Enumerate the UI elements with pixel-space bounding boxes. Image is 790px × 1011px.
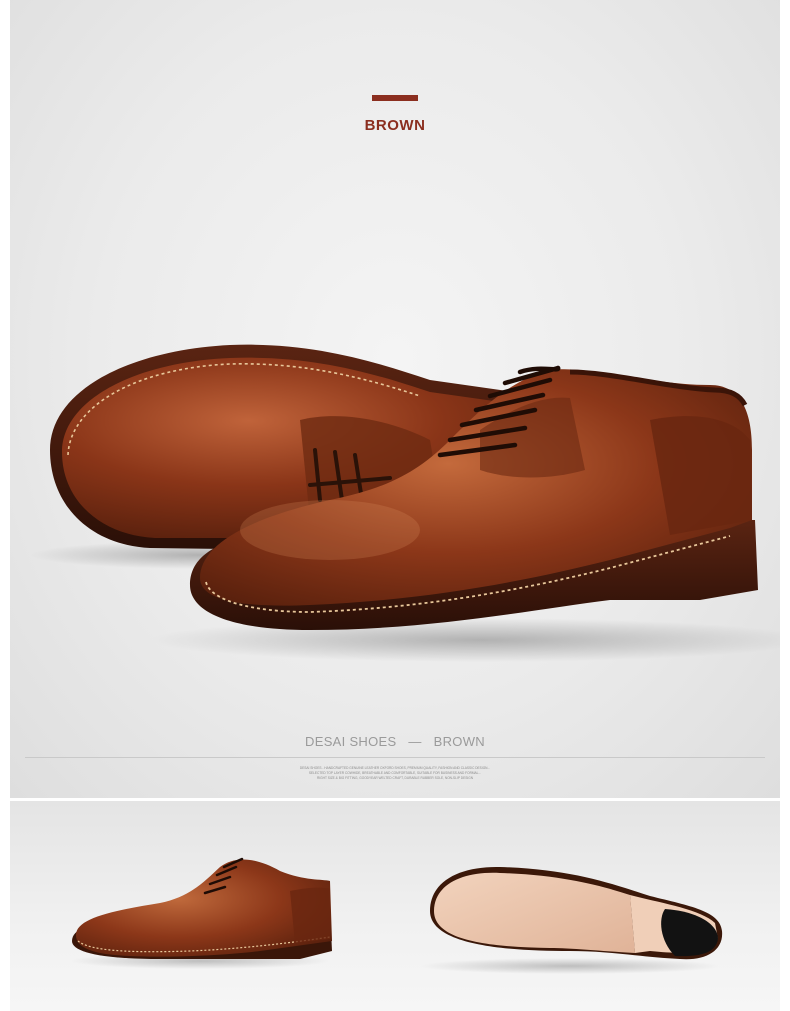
fine-print-line: SELECTED TOP LAYER COWHIDE, BREATHABLE A…	[308, 771, 482, 775]
fine-print-line: RIGHT SIZE & BIG FITTING, GOODYEAR WELTE…	[316, 776, 474, 780]
hero-banner: BROWN DESAI SHOES — BROWN DESAI SHOES - …	[10, 0, 780, 798]
sole-view-icon	[420, 866, 723, 974]
fine-print-line: DESAI SHOES - HANDCRAFTED GENUINE LEATHE…	[299, 766, 491, 770]
side-view-shoe-icon	[70, 857, 332, 969]
hero-shoes-image	[30, 344, 780, 662]
detail-strip	[10, 801, 780, 1011]
detail-images	[70, 857, 723, 974]
caption-color: BROWN	[433, 734, 485, 749]
divider	[25, 757, 765, 758]
caption-brand: DESAI SHOES	[305, 734, 397, 749]
caption: DESAI SHOES — BROWN	[10, 734, 780, 749]
caption-dash: —	[408, 734, 422, 749]
